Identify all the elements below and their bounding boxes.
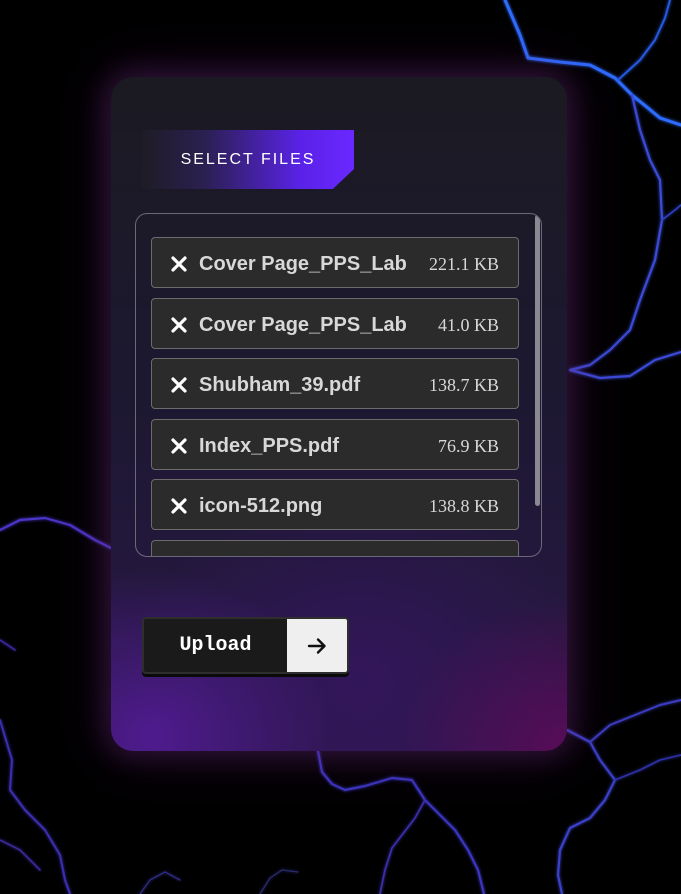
file-size: 138.8 KB <box>428 496 499 516</box>
file-item <box>151 540 519 556</box>
file-item: Cover Page_PPS_Lab File 221.1 KB <box>151 237 519 288</box>
upload-arrow-box <box>287 619 347 672</box>
close-icon[interactable] <box>169 254 189 274</box>
close-icon[interactable] <box>169 315 189 335</box>
file-name: Cover Page_PPS_Lab File <box>199 253 413 275</box>
file-name <box>199 555 413 556</box>
file-list[interactable]: Cover Page_PPS_Lab File 221.1 KB Cover P… <box>135 213 542 557</box>
file-item: Index_PPS.pdf 76.9 KB <box>151 419 519 470</box>
close-icon[interactable] <box>169 436 189 456</box>
file-item: Cover Page_PPS_Lab File 41.0 KB <box>151 298 519 349</box>
select-files-button[interactable]: SELECT FILES <box>142 130 354 189</box>
file-item: icon-512.png 138.8 KB <box>151 479 519 530</box>
file-name: icon-512.png <box>199 495 323 517</box>
upload-label: Upload <box>179 634 252 657</box>
file-name: Cover Page_PPS_Lab File <box>199 314 413 336</box>
page-background: SELECT FILES Cover Page_PPS_Lab File 221… <box>0 0 681 894</box>
scrollbar-thumb[interactable] <box>535 215 540 506</box>
upload-card: SELECT FILES Cover Page_PPS_Lab File 221… <box>111 77 567 751</box>
select-files-label: SELECT FILES <box>180 150 316 168</box>
file-size: 41.0 KB <box>437 315 499 335</box>
file-name: Shubham_39.pdf <box>199 374 361 396</box>
file-size: 76.9 KB <box>437 436 499 456</box>
close-icon[interactable] <box>169 375 189 395</box>
close-icon[interactable] <box>169 496 189 516</box>
upload-button[interactable]: Upload <box>142 617 349 674</box>
file-size: 221.1 KB <box>428 254 499 274</box>
file-item: Shubham_39.pdf 138.7 KB <box>151 358 519 409</box>
arrow-right-icon <box>307 637 326 654</box>
file-size: 138.7 KB <box>428 375 499 395</box>
file-name: Index_PPS.pdf <box>199 435 340 457</box>
